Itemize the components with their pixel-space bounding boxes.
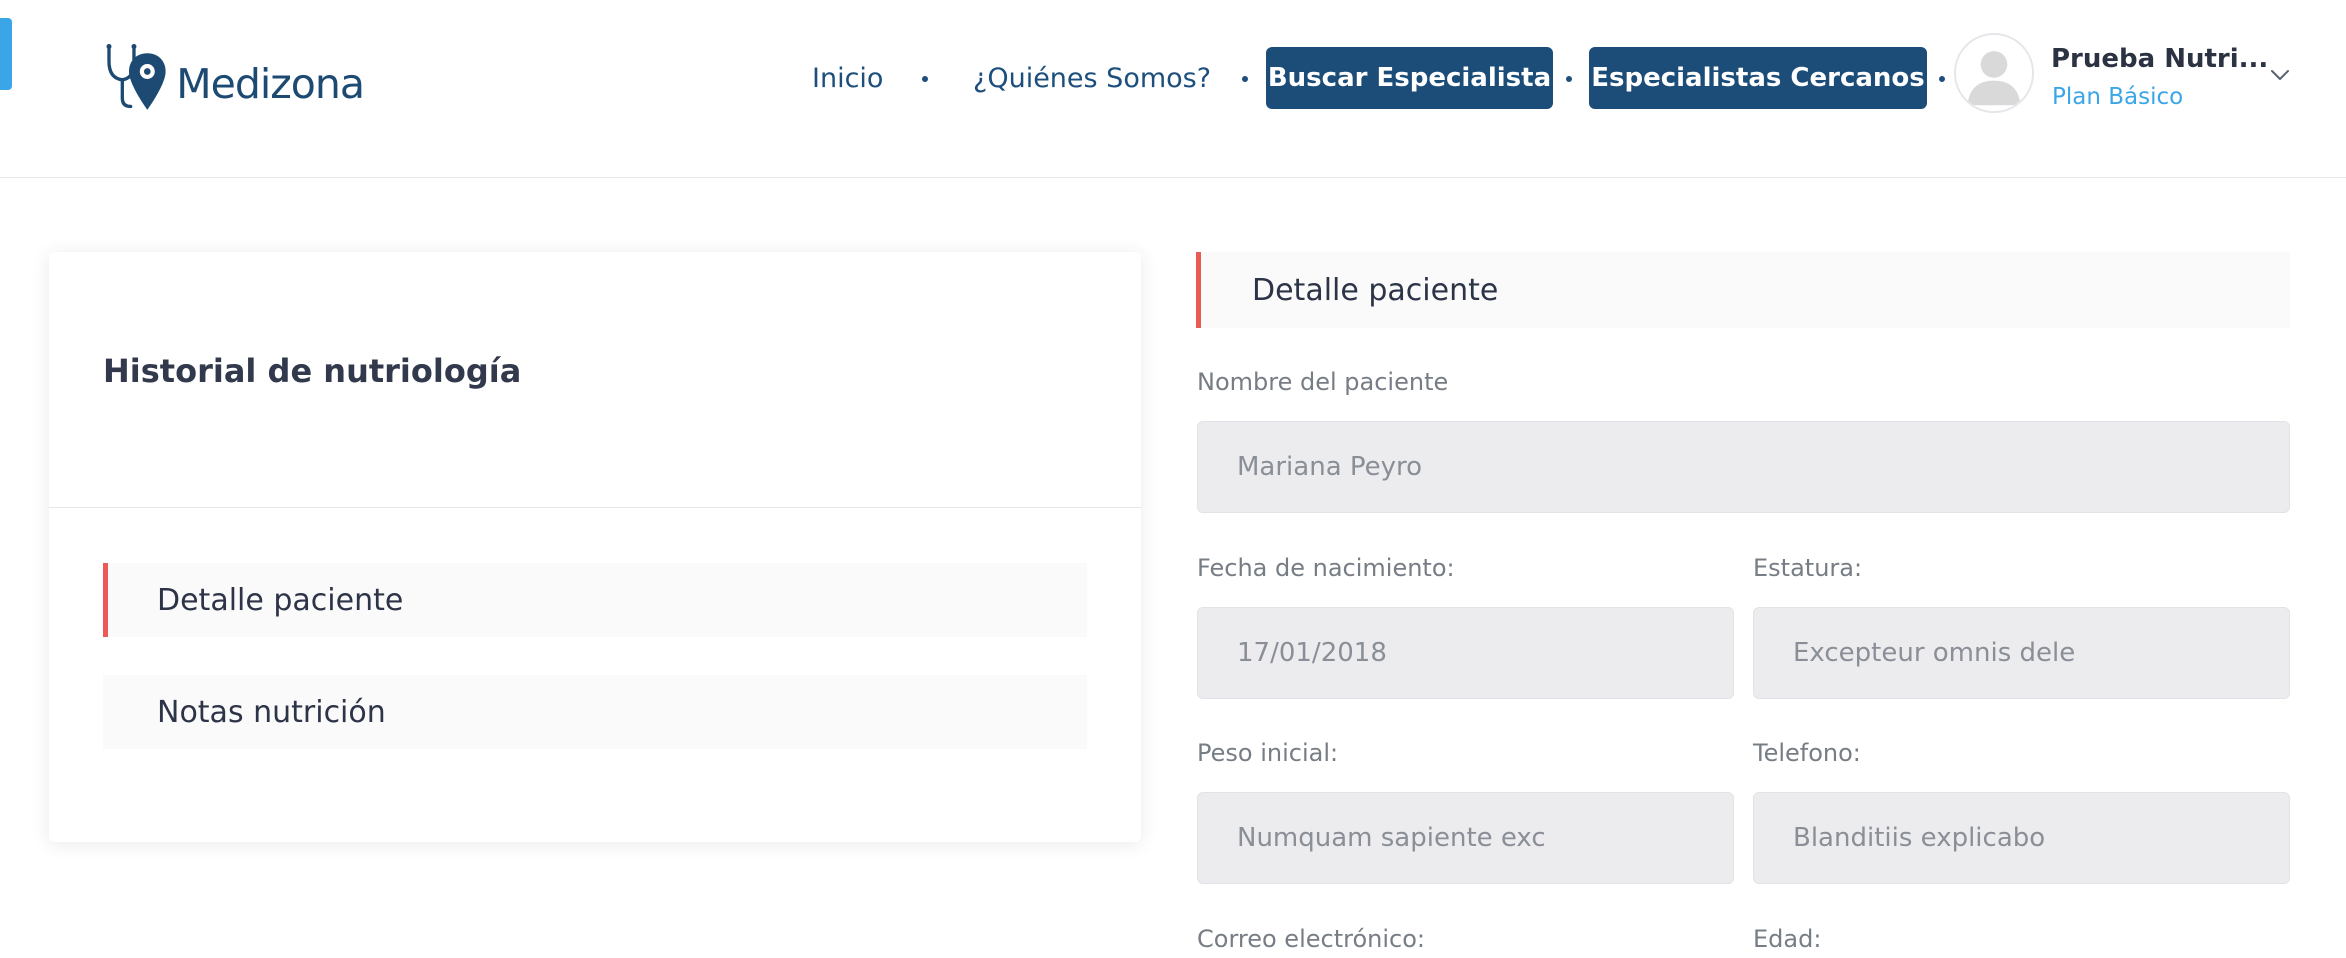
- nav-inicio-label[interactable]: Inicio: [812, 63, 883, 94]
- section-title: Detalle paciente: [1196, 252, 2290, 328]
- especialistas-cercanos-button[interactable]: Especialistas Cercanos: [1589, 47, 1927, 109]
- telefono-label: Telefono:: [1753, 739, 1861, 767]
- divider: [49, 507, 1141, 508]
- card-title: Historial de nutriología: [103, 352, 522, 390]
- edad-label: Edad:: [1753, 925, 1822, 953]
- user-name[interactable]: Prueba Nutri...: [2051, 44, 2268, 74]
- nav-separator: [1242, 76, 1248, 82]
- nav-separator: [1566, 76, 1572, 82]
- nav-quienes-somos-label[interactable]: ¿Quiénes Somos?: [973, 63, 1211, 94]
- nombre-field[interactable]: [1197, 421, 2290, 513]
- estatura-label: Estatura:: [1753, 554, 1863, 582]
- peso-inicial-label: Peso inicial:: [1197, 739, 1339, 767]
- telefono-field[interactable]: [1753, 792, 2290, 884]
- nav-separator: [922, 76, 928, 82]
- peso-inicial-field[interactable]: [1197, 792, 1734, 884]
- top-header: Medizona Inicio ¿Quiénes Somos? Buscar E…: [0, 0, 2346, 178]
- brand-logo[interactable]: Medizona: [104, 34, 365, 124]
- user-avatar-icon: [1956, 35, 2032, 111]
- user-plan: Plan Básico: [2052, 84, 2184, 110]
- user-avatar[interactable]: [1954, 33, 2034, 113]
- buscar-especialista-button[interactable]: Buscar Especialista: [1266, 47, 1553, 109]
- nav-item-quienes-somos[interactable]: ¿Quiénes Somos?: [973, 47, 1211, 109]
- side-toggle-tab[interactable]: [0, 18, 12, 90]
- nombre-label: Nombre del paciente: [1197, 368, 1449, 396]
- stethoscope-pin-icon: [106, 44, 166, 110]
- nutrition-history-card: Historial de nutriología Detalle pacient…: [49, 252, 1141, 842]
- fecha-nacimiento-label: Fecha de nacimiento:: [1197, 554, 1455, 582]
- sidebar-item-label: Detalle paciente: [157, 582, 404, 618]
- fecha-nacimiento-field[interactable]: [1197, 607, 1734, 699]
- nav-separator: [1939, 76, 1945, 82]
- sidebar-item-label: Notas nutrición: [157, 694, 386, 730]
- brand-name: Medizona: [176, 60, 365, 108]
- chevron-down-icon[interactable]: [2268, 66, 2292, 84]
- sidebar-item-notas-nutricion[interactable]: Notas nutrición: [103, 675, 1087, 749]
- correo-label: Correo electrónico:: [1197, 925, 1425, 953]
- nav-item-inicio[interactable]: Inicio: [812, 47, 883, 109]
- sidebar-item-detalle-paciente[interactable]: Detalle paciente: [103, 563, 1087, 637]
- estatura-field[interactable]: [1753, 607, 2290, 699]
